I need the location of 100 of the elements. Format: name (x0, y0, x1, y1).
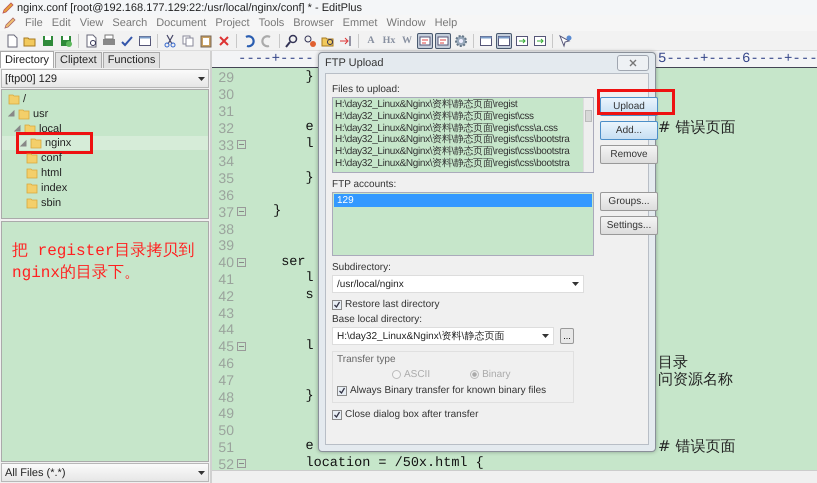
subdirectory-dropdown[interactable]: /usr/local/nginx (332, 275, 584, 293)
code-comment: # 错误页面 (658, 437, 736, 456)
pencil-icon (4, 17, 16, 29)
code-text: } (304, 70, 314, 85)
tree-item[interactable]: html (26, 166, 62, 179)
close-icon (628, 59, 638, 67)
menu-item[interactable]: Search (112, 17, 148, 29)
panel-tab[interactable]: Directory (0, 51, 54, 68)
window-title: nginx.conf [root@192.168.177.129:22:/usr/local/nginx/conf] * - EditPlus (17, 2, 362, 14)
tree-item[interactable]: conf (26, 152, 62, 164)
group-title: Transfer type (337, 354, 397, 365)
list-item[interactable]: H:\day32_Linux&Nginx\资料\静态页面\regist\css\bootstra (335, 134, 581, 146)
file-filter-dropdown[interactable]: All Files (*.*) (1, 463, 209, 482)
panel-icon[interactable] (496, 32, 512, 48)
menu-item[interactable]: File (25, 17, 43, 29)
dialog-button[interactable]: Settings... (600, 216, 658, 235)
wrap-icon[interactable] (417, 32, 433, 48)
tree-item[interactable]: index (26, 182, 68, 194)
expand-arrow-icon[interactable] (20, 140, 27, 147)
checkbox[interactable] (332, 410, 342, 420)
line-number: 49 (217, 405, 234, 422)
code-text: l (304, 271, 314, 286)
fold-icon[interactable] (237, 207, 246, 216)
folder-icon (26, 196, 38, 209)
folder-icon (24, 122, 36, 135)
list-item[interactable]: H:\day32_Linux&Nginx\资料\静态页面\regist\css\bootstra (335, 146, 581, 158)
line-number: 31 (217, 102, 234, 119)
clipboard-icon[interactable] (198, 32, 214, 48)
line-number: 46 (217, 354, 234, 371)
panel-tab[interactable]: Cliptext (55, 52, 102, 68)
list-item[interactable]: H:\day32_Linux&Nginx\资料\静态页面\regist (335, 99, 581, 111)
panel-tab[interactable]: Functions (102, 52, 160, 68)
tree-item[interactable]: local (14, 122, 62, 135)
line-number: 38 (217, 220, 234, 237)
code-text: l (304, 137, 314, 152)
menu-item[interactable]: Edit (52, 17, 71, 29)
menu-item[interactable]: Document (156, 17, 206, 29)
line-number: 44 (217, 321, 234, 338)
dialog-button[interactable]: Remove (600, 145, 658, 164)
menu-item[interactable]: Window (386, 17, 426, 29)
fold-icon[interactable] (237, 459, 246, 468)
tree-item[interactable]: / (8, 93, 26, 105)
line-number: 50 (217, 422, 234, 438)
replace-icon[interactable] (302, 32, 318, 48)
dialog-button[interactable]: Add... (600, 121, 658, 140)
horizontal-scrollbar[interactable] (212, 470, 817, 483)
radio-label: Binary (482, 369, 510, 380)
menu-item[interactable]: Browser (293, 17, 334, 29)
menu-item[interactable]: Tools (258, 17, 284, 29)
line-number: 51 (217, 438, 234, 455)
vertical-scrollbar[interactable] (583, 98, 593, 172)
list-item[interactable]: H:\day32_Linux&Nginx\资料\静态页面\regist\css\a.css (335, 122, 581, 134)
annotation-text: 把 register目录拷贝到nginx的目录下。 (12, 241, 196, 284)
checkbox-label: Always Binary transfer for known binary files (350, 385, 546, 396)
line-number: 30 (217, 86, 234, 102)
dropdown-caret-icon (198, 76, 205, 80)
search-icon[interactable] (284, 32, 300, 48)
close-button[interactable] (617, 55, 649, 71)
base-directory-dropdown[interactable]: H:\day32_Linux&Nginx\资料\静态页面 (332, 327, 554, 345)
menu-item[interactable]: Help (434, 17, 458, 29)
checkbox[interactable] (332, 300, 342, 310)
code-comment: 问资源名称 (658, 370, 733, 390)
line-number: 41 (217, 270, 234, 287)
account-dropdown[interactable]: [ftp00] 129 (1, 69, 209, 88)
tree-item[interactable]: usr (8, 108, 48, 120)
radio-label: ASCII (404, 369, 430, 380)
menu-item[interactable]: View (80, 17, 104, 29)
dialog-button[interactable]: Groups... (600, 192, 658, 211)
file-list[interactable] (332, 97, 594, 173)
code-comment: # 错误页面 (658, 118, 736, 138)
line-number: 37 (217, 204, 234, 220)
line-number: 42 (217, 288, 234, 304)
fold-icon[interactable] (237, 342, 246, 351)
line-number: 48 (217, 388, 234, 405)
list-item[interactable]: H:\day32_Linux&Nginx\资料\静态页面\regist\css\bootstra (335, 158, 581, 170)
field-label: Subdirectory: (332, 262, 392, 273)
field-label: FTP accounts: (332, 179, 398, 190)
column-ruler: 5----+----6----+--- (658, 51, 817, 67)
line-number: 39 (217, 237, 234, 254)
fold-icon[interactable] (237, 140, 246, 150)
list-item[interactable]: H:\day32_Linux&Nginx\资料\静态页面\regist\css (335, 110, 581, 123)
copy-icon[interactable] (180, 32, 196, 48)
settings-icon[interactable] (453, 32, 469, 48)
scissors-icon[interactable] (162, 32, 178, 48)
folder-icon (26, 166, 38, 179)
fold-icon[interactable] (237, 258, 246, 267)
code-text: location = /50x.html { (304, 456, 484, 470)
help-icon[interactable] (557, 32, 573, 48)
code-text: e (304, 439, 314, 454)
expand-arrow-icon[interactable] (14, 125, 21, 132)
menu-item[interactable]: Project (215, 17, 250, 29)
line-number: 33 (217, 136, 234, 153)
tree-item[interactable]: sbin (26, 196, 62, 209)
menu-item[interactable]: Emmet (342, 17, 378, 29)
browse-button[interactable]: ... (560, 328, 574, 344)
field-label: Files to upload: (332, 84, 401, 95)
expand-arrow-icon[interactable] (8, 110, 15, 118)
line-number: 34 (217, 153, 234, 170)
ruler-icon[interactable] (435, 32, 451, 48)
code-text: s (304, 288, 314, 304)
